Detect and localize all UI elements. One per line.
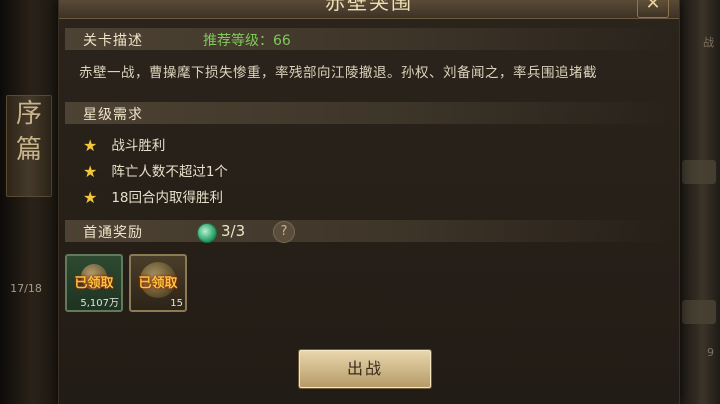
claimed-label: 已领取 (138, 276, 178, 291)
chapter-tab-char: 序 (15, 99, 42, 129)
close-button[interactable]: ✕ (637, 0, 669, 18)
star-requirement-item: ★ 阵亡人数不超过1个 (83, 160, 228, 181)
stage-description-header: 关卡描述 推荐等级：66 (65, 28, 673, 50)
star-icon: ★ (83, 136, 98, 155)
claimed-label: 已领取 (74, 276, 114, 291)
star-icon: ★ (83, 162, 98, 181)
chapter-tab-char: 篇 (15, 135, 42, 165)
star-requirement-item: ★ 战斗胜利 (83, 134, 166, 155)
jade-token-icon (197, 223, 217, 243)
section-label: 关卡描述 (83, 33, 143, 49)
help-button[interactable]: ? (273, 221, 295, 243)
fight-button[interactable]: 出战 (299, 350, 431, 388)
background-left-panel: 序 篇 17/18 (0, 0, 58, 404)
background-chip (682, 160, 716, 184)
section-label: 首通奖励 (83, 225, 143, 241)
star-requirements-header: 星级需求 (65, 102, 673, 124)
requirement-text: 战斗胜利 (111, 138, 166, 154)
requirement-text: 18回合内取得胜利 (111, 190, 224, 206)
star-icon: ★ (83, 188, 98, 207)
section-label: 星级需求 (83, 107, 143, 123)
reward-quantity: 15 (170, 298, 183, 309)
reward-item-coin[interactable]: 已领取 15 (129, 254, 187, 312)
stage-description: 赤壁一战，曹操麾下损失惨重，率残部向江陵撤退。孙权、刘备闻之，率兵围追堵截 (79, 65, 597, 81)
first-clear-rewards-header: 首通奖励 (65, 220, 673, 242)
requirement-text: 阵亡人数不超过1个 (111, 164, 228, 180)
reward-item-silver[interactable]: 已领取 5,107万 (65, 254, 123, 312)
chapter-tab[interactable]: 序 篇 (6, 95, 52, 197)
background-text: 战 (703, 36, 714, 49)
recommended-level: 推荐等级：66 (203, 33, 291, 49)
stage-dialog: 赤壁突围 ✕ 关卡描述 推荐等级：66 赤壁一战，曹操麾下损失惨重，率残部向江陵… (58, 0, 680, 404)
close-star-icon: ✕ (645, 0, 661, 14)
background-chip (682, 300, 716, 324)
reward-counter: 3/3 (221, 222, 246, 240)
background-right-panel: 战 9 (676, 0, 720, 404)
dialog-title-bar: 赤壁突围 (59, 0, 679, 19)
chapter-progress: 17/18 (10, 282, 42, 295)
reward-quantity: 5,107万 (80, 298, 119, 309)
star-requirement-item: ★ 18回合内取得胜利 (83, 186, 224, 207)
dialog-title: 赤壁突围 (325, 0, 413, 14)
background-text: 9 (707, 346, 714, 359)
